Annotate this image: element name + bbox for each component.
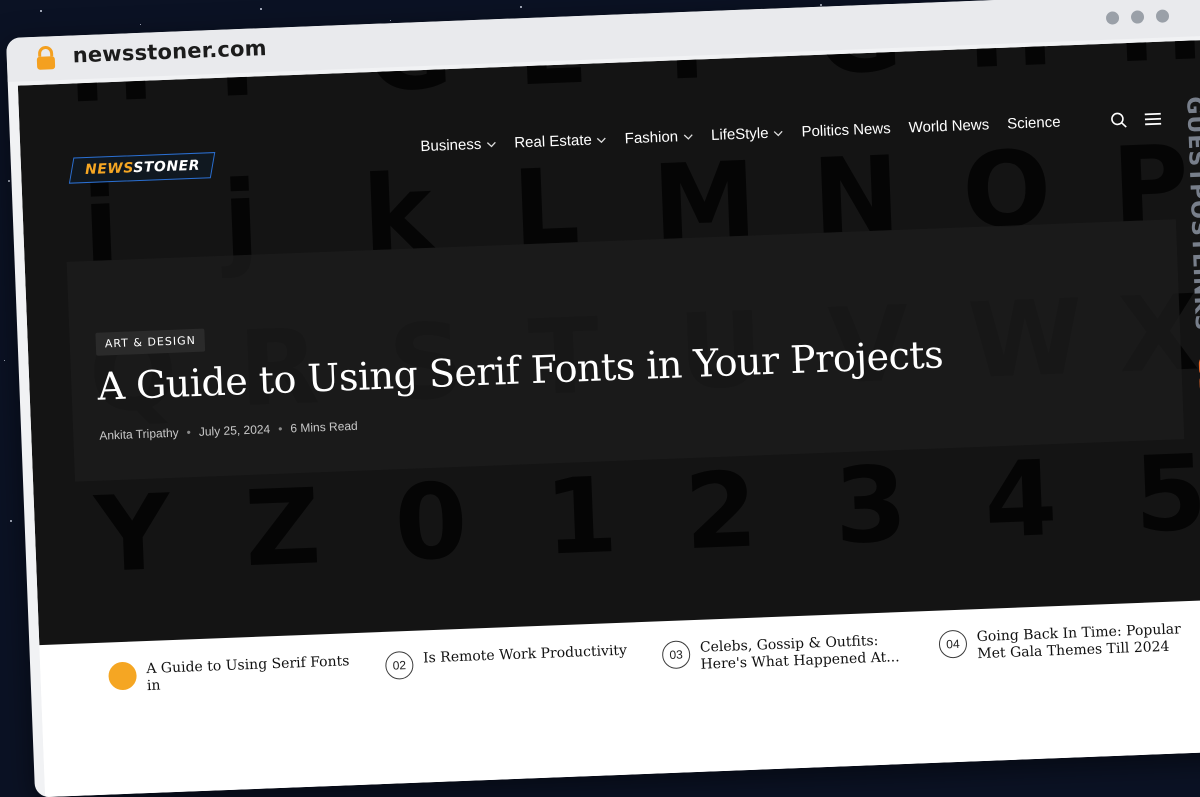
nav-item-label: Science [1006,113,1061,133]
trending-title[interactable]: Celebs, Gossip & Outfits: Here's What Ha… [700,632,916,674]
nav-item-science[interactable]: Science [1007,114,1061,133]
window-dot[interactable] [1105,11,1120,25]
trending-number: 02 [384,650,414,680]
nav-item-label: Politics News [801,120,891,141]
trending-item[interactable]: 03 Celebs, Gossip & Outfits: Here's What… [661,632,916,676]
chevron-down-icon [597,137,607,143]
trending-number: 03 [661,640,691,670]
nav-item-lifestyle[interactable]: LifeStyle [711,124,784,144]
nav-icons [1110,110,1163,130]
meta-separator: • [186,425,192,440]
chevron-down-icon [774,130,783,136]
nav-item-label: World News [908,116,990,137]
search-icon[interactable] [1110,111,1129,130]
trending-number: 04 [938,629,968,659]
page-viewport: H I G E F G H H i j k L M N O P Q R S T [17,36,1200,797]
nav-item-label: Real Estate [513,131,593,152]
trending-title[interactable]: Going Back In Time: Popular Met Gala The… [976,621,1192,663]
trending-title[interactable]: A Guide to Using Serif Fonts in [146,653,362,695]
hero-section: H I G E F G H H i j k L M N O P Q R S T [17,36,1200,646]
trending-item[interactable]: 04 Going Back In Time: Popular Met Gala … [938,621,1192,665]
nav-item-politics-news[interactable]: Politics News [801,120,891,140]
trending-item[interactable]: 02 Is Remote Work Productivity [384,642,639,680]
logo-text-stoner: STONER [132,157,200,177]
lock-icon [36,46,56,70]
logo-text-news: NEWS [84,160,134,179]
category-badge[interactable]: ART & DESIGN [95,328,206,356]
chevron-down-icon [486,141,496,147]
chevron-down-icon [683,133,693,140]
read-time: 6 Mins Read [290,418,358,436]
publish-date: July 25, 2024 [198,422,271,439]
url-text[interactable]: newsstoner.com [72,36,267,67]
nav-item-real-estate[interactable]: Real Estate [514,131,607,152]
browser-window: newsstoner.com H I G E F G H H i j k L M [6,0,1200,797]
meta-separator: • [277,421,283,436]
trending-number [108,661,138,691]
nav-item-world-news[interactable]: World News [908,116,989,136]
window-dot[interactable] [1155,9,1170,23]
menu-icon[interactable] [1144,110,1163,129]
window-dot[interactable] [1130,10,1145,24]
trending-item[interactable]: A Guide to Using Serif Fonts in [108,653,362,697]
link-chain-icon [1198,354,1200,396]
nav-item-label: Business [420,135,482,156]
trending-title[interactable]: Is Remote Work Productivity [423,642,638,667]
nav-item-label: LifeStyle [710,124,769,144]
nav-item-label: Fashion [624,128,679,148]
nav-item-fashion[interactable]: Fashion [624,128,693,148]
window-controls [1105,9,1170,25]
watermark-text: GUESTPOSTLINKS [1181,95,1200,332]
nav-item-business[interactable]: Business [420,135,496,155]
